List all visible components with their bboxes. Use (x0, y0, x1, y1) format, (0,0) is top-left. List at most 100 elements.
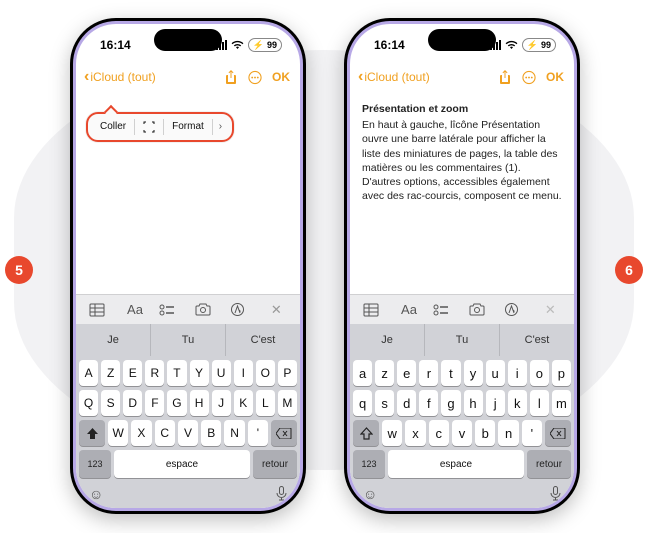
key[interactable]: X (131, 420, 151, 446)
emoji-icon[interactable]: ☺ (89, 486, 103, 502)
table-icon[interactable] (89, 303, 111, 317)
space-key[interactable]: espace (114, 450, 250, 478)
key[interactable]: E (123, 360, 142, 386)
text-format-button[interactable]: Aa (124, 302, 146, 317)
checklist-icon[interactable] (159, 303, 181, 317)
key[interactable]: n (498, 420, 518, 446)
key[interactable]: N (224, 420, 244, 446)
markup-icon[interactable] (504, 302, 526, 317)
key[interactable]: b (475, 420, 495, 446)
key[interactable]: p (552, 360, 571, 386)
key[interactable]: x (405, 420, 425, 446)
suggestion-1[interactable]: Je (350, 324, 425, 356)
note-editor[interactable]: Présentation et zoom En haut à gauche, l… (350, 92, 574, 294)
camera-icon[interactable] (469, 303, 491, 316)
ok-button[interactable]: OK (272, 70, 290, 84)
key[interactable]: w (382, 420, 402, 446)
key[interactable]: B (201, 420, 221, 446)
scan-icon[interactable] (137, 121, 161, 133)
paste-menu-item[interactable]: Coller (94, 120, 132, 134)
key[interactable]: a (353, 360, 372, 386)
table-icon[interactable] (363, 303, 385, 317)
share-icon[interactable] (224, 70, 238, 84)
key[interactable]: o (530, 360, 549, 386)
suggestion-2[interactable]: Tu (151, 324, 226, 356)
camera-icon[interactable] (195, 303, 217, 316)
share-icon[interactable] (498, 70, 512, 84)
close-icon[interactable]: ✕ (265, 302, 287, 318)
suggestion-3[interactable]: C'est (500, 324, 574, 356)
back-button[interactable]: ‹ iCloud (tout) (358, 68, 430, 86)
key[interactable]: T (167, 360, 186, 386)
key[interactable]: d (397, 390, 416, 416)
key[interactable]: P (278, 360, 297, 386)
key[interactable]: y (464, 360, 483, 386)
format-menu-item[interactable]: Format (166, 120, 210, 134)
key[interactable]: L (256, 390, 275, 416)
key[interactable]: V (178, 420, 198, 446)
key[interactable]: Y (190, 360, 209, 386)
key[interactable]: ' (248, 420, 268, 446)
markup-icon[interactable] (230, 302, 252, 317)
space-key[interactable]: espace (388, 450, 524, 478)
chevron-right-icon[interactable]: › (215, 120, 226, 134)
key[interactable]: U (212, 360, 231, 386)
key[interactable]: c (429, 420, 449, 446)
key[interactable]: i (508, 360, 527, 386)
key[interactable]: K (234, 390, 253, 416)
key[interactable]: j (486, 390, 505, 416)
key[interactable]: R (145, 360, 164, 386)
emoji-icon[interactable]: ☺ (363, 486, 377, 502)
delete-key[interactable] (545, 420, 571, 446)
mic-icon[interactable] (550, 486, 561, 502)
return-key[interactable]: retour (527, 450, 571, 478)
mic-icon[interactable] (276, 486, 287, 502)
shift-key[interactable] (79, 420, 105, 446)
key[interactable]: m (552, 390, 571, 416)
return-key[interactable]: retour (253, 450, 297, 478)
shift-key[interactable] (353, 420, 379, 446)
ok-button[interactable]: OK (546, 70, 564, 84)
key[interactable]: F (145, 390, 164, 416)
key[interactable]: v (452, 420, 472, 446)
key[interactable]: I (234, 360, 253, 386)
key[interactable]: u (486, 360, 505, 386)
text-format-button[interactable]: Aa (398, 302, 420, 317)
suggestion-2[interactable]: Tu (425, 324, 500, 356)
key[interactable]: e (397, 360, 416, 386)
key[interactable]: ' (522, 420, 542, 446)
key[interactable]: h (464, 390, 483, 416)
key[interactable]: J (212, 390, 231, 416)
more-icon[interactable] (522, 70, 536, 84)
more-icon[interactable] (248, 70, 262, 84)
suggestion-1[interactable]: Je (76, 324, 151, 356)
key[interactable]: k (508, 390, 527, 416)
key[interactable]: g (441, 390, 460, 416)
key[interactable]: A (79, 360, 98, 386)
key[interactable]: z (375, 360, 394, 386)
back-button[interactable]: ‹ iCloud (tout) (84, 68, 156, 86)
key[interactable]: D (123, 390, 142, 416)
close-icon[interactable]: ✕ (539, 302, 561, 318)
checklist-icon[interactable] (433, 303, 455, 317)
key[interactable]: G (167, 390, 186, 416)
key[interactable]: C (155, 420, 175, 446)
key[interactable]: Z (101, 360, 120, 386)
note-editor[interactable]: Coller Format › (76, 92, 300, 294)
numbers-key[interactable]: 123 (79, 450, 111, 478)
key[interactable]: W (108, 420, 128, 446)
key[interactable]: S (101, 390, 120, 416)
key[interactable]: f (419, 390, 438, 416)
delete-key[interactable] (271, 420, 297, 446)
key[interactable]: H (190, 390, 209, 416)
key[interactable]: q (353, 390, 372, 416)
key[interactable]: M (278, 390, 297, 416)
key[interactable]: t (441, 360, 460, 386)
suggestion-3[interactable]: C'est (226, 324, 300, 356)
numbers-key[interactable]: 123 (353, 450, 385, 478)
key[interactable]: l (530, 390, 549, 416)
key[interactable]: Q (79, 390, 98, 416)
key[interactable]: r (419, 360, 438, 386)
key[interactable]: s (375, 390, 394, 416)
key[interactable]: O (256, 360, 275, 386)
